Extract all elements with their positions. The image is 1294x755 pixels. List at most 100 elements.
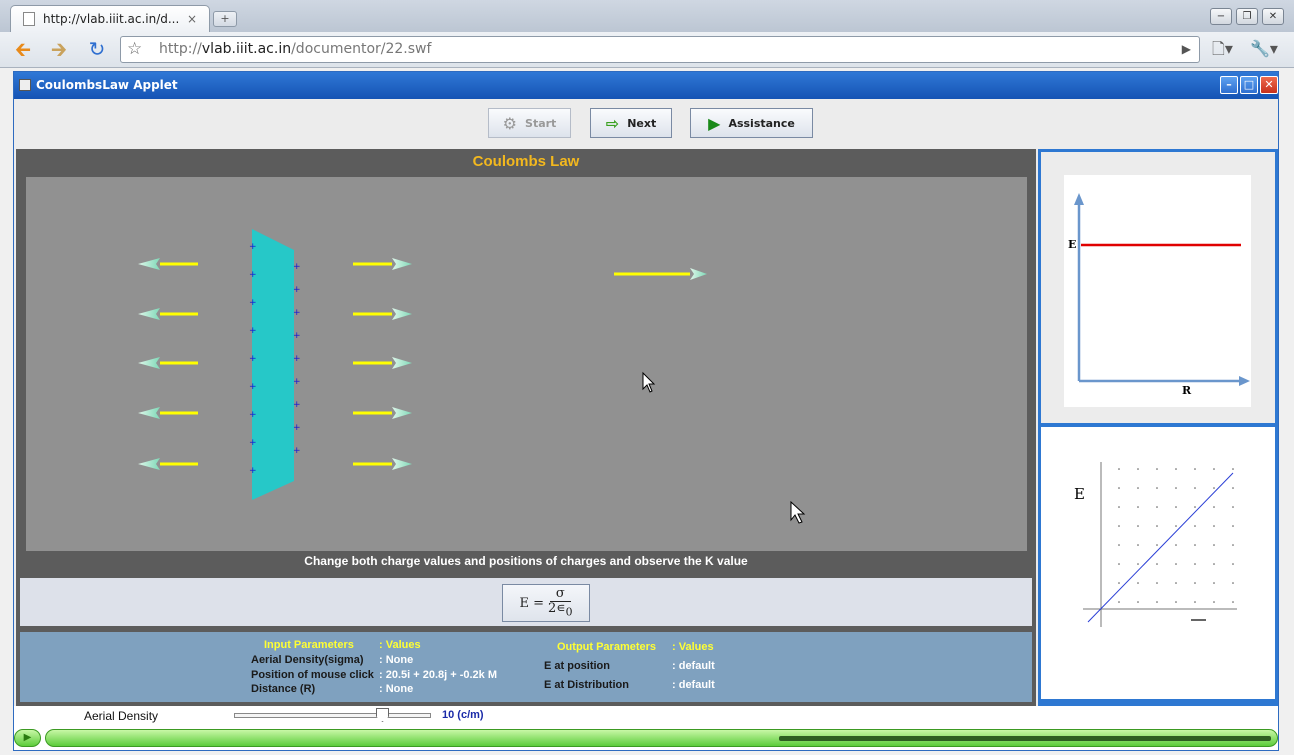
grid-dot bbox=[1175, 525, 1177, 527]
svg-text:+: + bbox=[293, 331, 301, 341]
output-params-header-value: : Values bbox=[672, 641, 714, 653]
grid-dot bbox=[1156, 487, 1158, 489]
page-icon bbox=[23, 12, 35, 26]
assistance-button[interactable]: ▶ Assistance bbox=[690, 108, 813, 138]
applet-minimize-button[interactable]: – bbox=[1220, 76, 1238, 94]
formula-box: E = σ 2∊0 bbox=[502, 584, 590, 622]
grid-dot bbox=[1137, 582, 1139, 584]
simulation-canvas[interactable]: + + + + + + + + + + + + + + + + + + bbox=[26, 177, 1027, 551]
grid-dot bbox=[1213, 468, 1215, 470]
grid-dot bbox=[1156, 468, 1158, 470]
svg-text:+: + bbox=[249, 298, 257, 308]
graph2-y-label: E bbox=[1074, 485, 1085, 503]
address-bar[interactable]: ☆ http://vlab.iiit.ac.in/documentor/22.s… bbox=[120, 36, 1200, 63]
url-path: /documentor/22.swf bbox=[291, 41, 432, 57]
simulation-title: Coulombs Law bbox=[472, 153, 580, 170]
svg-text:+: + bbox=[249, 410, 257, 420]
grid-dot bbox=[1175, 563, 1177, 565]
input-param-value: : None bbox=[379, 683, 414, 695]
formula-lhs: E = bbox=[519, 595, 544, 611]
formula-fraction: σ 2∊0 bbox=[548, 586, 573, 620]
go-arrow-icon[interactable]: ▶ bbox=[1182, 37, 1191, 62]
new-tab-button[interactable]: + bbox=[213, 11, 237, 27]
grid-dot bbox=[1156, 601, 1158, 603]
grid-dot bbox=[1232, 582, 1234, 584]
grid-dot bbox=[1137, 468, 1139, 470]
next-button-label: Next bbox=[627, 116, 657, 130]
bookmark-star-icon[interactable]: ☆ bbox=[127, 39, 142, 59]
y-axis-arrow bbox=[1074, 193, 1084, 205]
grid-dot bbox=[1118, 506, 1120, 508]
play-icon: ▶ bbox=[708, 113, 721, 133]
forward-arrow-icon[interactable]: 🡲 bbox=[46, 38, 72, 62]
grid-dot bbox=[1175, 468, 1177, 470]
grid-dots bbox=[1118, 468, 1234, 603]
url-scheme: http:// bbox=[159, 41, 202, 57]
density-slider-thumb[interactable] bbox=[376, 708, 389, 722]
density-slider-track[interactable] bbox=[234, 713, 431, 718]
applet-title: CoulombsLaw Applet bbox=[36, 78, 178, 92]
grid-dot bbox=[1194, 506, 1196, 508]
grid-dot bbox=[1194, 563, 1196, 565]
distribution-line bbox=[1087, 472, 1234, 623]
grid-dot bbox=[1213, 544, 1215, 546]
grid-dot bbox=[1213, 487, 1215, 489]
restore-button[interactable]: ❐ bbox=[1236, 8, 1258, 25]
reload-icon[interactable]: ↻ bbox=[84, 38, 110, 62]
svg-text:+: + bbox=[293, 400, 301, 410]
charged-plate bbox=[252, 229, 294, 500]
formula-denominator-sub: 0 bbox=[565, 605, 573, 619]
left-field-arrows bbox=[138, 258, 198, 470]
grid-dot bbox=[1194, 582, 1196, 584]
svg-text:+: + bbox=[249, 382, 257, 392]
grid-dot bbox=[1137, 563, 1139, 565]
graph1-x-label: R bbox=[1182, 384, 1192, 397]
output-param-label: E at position bbox=[544, 660, 610, 672]
play-button[interactable]: ▶ bbox=[14, 729, 41, 747]
playback-progress[interactable] bbox=[45, 729, 1278, 747]
svg-text:+: + bbox=[249, 438, 257, 448]
svg-text:+: + bbox=[249, 242, 257, 252]
minimize-button[interactable]: − bbox=[1210, 8, 1232, 25]
formula-area: E = σ 2∊0 bbox=[20, 578, 1032, 626]
wrench-menu-icon[interactable]: 🔧▾ bbox=[1250, 38, 1278, 60]
window-controls: − ❐ ✕ bbox=[1210, 8, 1284, 25]
svg-text:+: + bbox=[293, 262, 301, 272]
back-arrow-icon[interactable]: 🡰 bbox=[10, 38, 36, 62]
grid-dot bbox=[1118, 544, 1120, 546]
grid-dot bbox=[1213, 506, 1215, 508]
input-param-label: Distance (R) bbox=[251, 683, 316, 695]
grid-dot bbox=[1156, 582, 1158, 584]
grid-dot bbox=[1232, 544, 1234, 546]
start-button[interactable]: ⚙ Start bbox=[488, 108, 571, 138]
input-param-value: : 20.5i + 20.8j + -0.2k M bbox=[379, 669, 498, 681]
probe-field-arrow bbox=[614, 268, 707, 280]
grid-dot bbox=[1232, 468, 1234, 470]
applet-close-button[interactable]: ✕ bbox=[1260, 76, 1278, 94]
slider-value: 10 (c/m) bbox=[442, 709, 484, 721]
grid-dot bbox=[1213, 601, 1215, 603]
slider-label: Aerial Density bbox=[84, 709, 159, 723]
page-menu-icon[interactable]: 🗋▾ bbox=[1212, 38, 1233, 60]
tab-title: http://vlab.iiit.ac.in/d... bbox=[43, 12, 180, 26]
java-app-icon bbox=[19, 79, 31, 91]
formula-numerator: σ bbox=[549, 586, 571, 602]
input-params-header: Input Parameters bbox=[264, 639, 354, 651]
grid-dot bbox=[1213, 582, 1215, 584]
mouse-cursor-icon bbox=[642, 371, 656, 393]
input-param-value: : None bbox=[379, 654, 414, 666]
tab-close-icon[interactable]: × bbox=[187, 12, 201, 26]
grid-dot bbox=[1137, 525, 1139, 527]
browser-toolbar: 🡰 🡲 ↻ ☆ http://vlab.iiit.ac.in/documento… bbox=[0, 32, 1294, 68]
grid-dot bbox=[1194, 601, 1196, 603]
grid-dot bbox=[1194, 544, 1196, 546]
applet-titlebar: CoulombsLaw Applet – □ ✕ bbox=[14, 72, 1278, 99]
grid-dot bbox=[1175, 544, 1177, 546]
next-button[interactable]: ⇨ Next bbox=[590, 108, 672, 138]
formula-denominator: 2∊0 bbox=[548, 601, 573, 620]
applet-maximize-button[interactable]: □ bbox=[1240, 76, 1258, 94]
e-distribution-graph: E bbox=[1041, 427, 1275, 699]
close-window-button[interactable]: ✕ bbox=[1262, 8, 1284, 25]
start-button-label: Start bbox=[525, 116, 557, 130]
browser-tab[interactable]: http://vlab.iiit.ac.in/d... × bbox=[10, 5, 210, 32]
